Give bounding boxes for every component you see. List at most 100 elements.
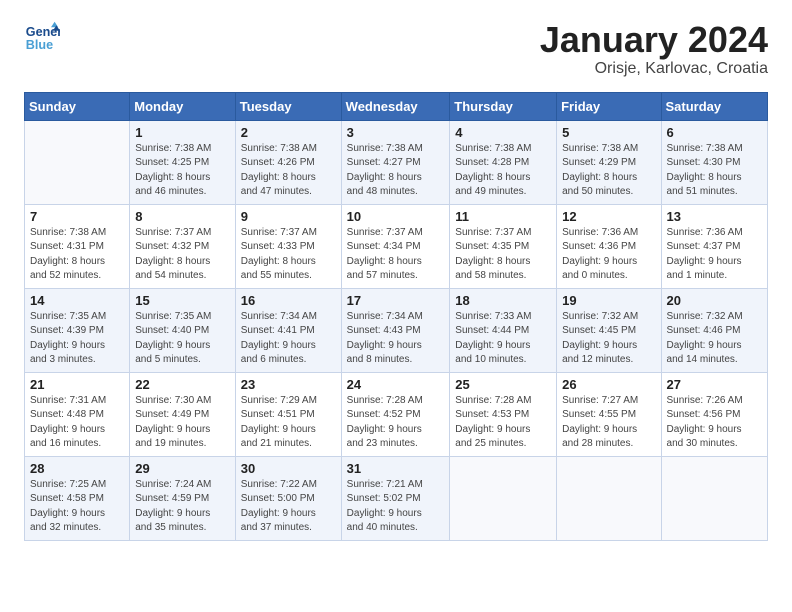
day-info: Sunrise: 7:37 AMSunset: 4:35 PMDaylight:… <box>455 226 551 284</box>
col-sunday: Sunday <box>25 92 130 120</box>
table-row <box>25 120 130 204</box>
day-number: 29 <box>135 461 230 476</box>
table-row: 17 Sunrise: 7:34 AMSunset: 4:43 PMDayligh… <box>341 288 450 372</box>
table-row <box>557 456 661 540</box>
col-wednesday: Wednesday <box>341 92 450 120</box>
day-number: 3 <box>347 125 445 140</box>
table-row: 26 Sunrise: 7:27 AMSunset: 4:55 PMDayligh… <box>557 372 661 456</box>
table-row: 7 Sunrise: 7:38 AMSunset: 4:31 PMDaylight… <box>25 204 130 288</box>
day-info: Sunrise: 7:32 AMSunset: 4:45 PMDaylight:… <box>562 310 655 368</box>
day-number: 24 <box>347 377 445 392</box>
table-row: 12 Sunrise: 7:36 AMSunset: 4:36 PMDayligh… <box>557 204 661 288</box>
col-friday: Friday <box>557 92 661 120</box>
calendar-week-row: 7 Sunrise: 7:38 AMSunset: 4:31 PMDaylight… <box>25 204 768 288</box>
table-row: 20Sunrise: 7:32 AMSunset: 4:46 PMDayligh… <box>661 288 767 372</box>
table-row: 21Sunrise: 7:31 AMSunset: 4:48 PMDayligh… <box>25 372 130 456</box>
day-info: Sunrise: 7:26 AMSunset: 4:56 PMDaylight:… <box>667 394 762 452</box>
day-number: 20 <box>667 293 762 308</box>
day-info: Sunrise: 7:28 AMSunset: 4:52 PMDaylight:… <box>347 394 445 452</box>
table-row: 27 Sunrise: 7:26 AMSunset: 4:56 PMDayligh… <box>661 372 767 456</box>
day-number: 9 <box>241 209 336 224</box>
day-info: Sunrise: 7:27 AMSunset: 4:55 PMDaylight:… <box>562 394 655 452</box>
day-number: 22 <box>135 377 230 392</box>
table-row: 18 Sunrise: 7:33 AMSunset: 4:44 PMDayligh… <box>450 288 557 372</box>
page: General Blue January 2024 Orisje, Karlov… <box>0 0 792 612</box>
table-row: 28 Sunrise: 7:25 AMSunset: 4:58 PMDayligh… <box>25 456 130 540</box>
day-number: 17 <box>347 293 445 308</box>
day-number: 12 <box>562 209 655 224</box>
day-info: Sunrise: 7:37 AMSunset: 4:34 PMDaylight:… <box>347 226 445 284</box>
table-row: 24 Sunrise: 7:28 AMSunset: 4:52 PMDayligh… <box>341 372 450 456</box>
header: General Blue January 2024 Orisje, Karlov… <box>24 20 768 78</box>
calendar-header-row: Sunday Monday Tuesday Wednesday Thursday… <box>25 92 768 120</box>
table-row: 9 Sunrise: 7:37 AMSunset: 4:33 PMDaylight… <box>235 204 341 288</box>
day-info: Sunrise: 7:36 AMSunset: 4:36 PMDaylight:… <box>562 226 655 284</box>
calendar-week-row: 1Sunrise: 7:38 AMSunset: 4:25 PMDaylight… <box>25 120 768 204</box>
day-info: Sunrise: 7:38 AMSunset: 4:26 PMDaylight:… <box>241 142 336 200</box>
day-info: Sunrise: 7:38 AMSunset: 4:29 PMDaylight:… <box>562 142 655 200</box>
table-row <box>450 456 557 540</box>
calendar-week-row: 21Sunrise: 7:31 AMSunset: 4:48 PMDayligh… <box>25 372 768 456</box>
day-info: Sunrise: 7:24 AMSunset: 4:59 PMDaylight:… <box>135 478 230 536</box>
day-info: Sunrise: 7:21 AMSunset: 5:02 PMDaylight:… <box>347 478 445 536</box>
day-info: Sunrise: 7:35 AMSunset: 4:40 PMDaylight:… <box>135 310 230 368</box>
table-row: 16 Sunrise: 7:34 AMSunset: 4:41 PMDayligh… <box>235 288 341 372</box>
day-number: 18 <box>455 293 551 308</box>
day-info: Sunrise: 7:31 AMSunset: 4:48 PMDaylight:… <box>30 394 124 452</box>
calendar-week-row: 14Sunrise: 7:35 AMSunset: 4:39 PMDayligh… <box>25 288 768 372</box>
title-block: January 2024 Orisje, Karlovac, Croatia <box>540 20 768 78</box>
day-info: Sunrise: 7:34 AMSunset: 4:43 PMDaylight:… <box>347 310 445 368</box>
table-row: 2 Sunrise: 7:38 AMSunset: 4:26 PMDaylight… <box>235 120 341 204</box>
table-row: 15Sunrise: 7:35 AMSunset: 4:40 PMDayligh… <box>130 288 236 372</box>
day-number: 8 <box>135 209 230 224</box>
day-number: 10 <box>347 209 445 224</box>
day-info: Sunrise: 7:38 AMSunset: 4:25 PMDaylight:… <box>135 142 230 200</box>
day-info: Sunrise: 7:37 AMSunset: 4:32 PMDaylight:… <box>135 226 230 284</box>
day-info: Sunrise: 7:37 AMSunset: 4:33 PMDaylight:… <box>241 226 336 284</box>
day-info: Sunrise: 7:33 AMSunset: 4:44 PMDaylight:… <box>455 310 551 368</box>
day-number: 2 <box>241 125 336 140</box>
col-thursday: Thursday <box>450 92 557 120</box>
day-info: Sunrise: 7:34 AMSunset: 4:41 PMDaylight:… <box>241 310 336 368</box>
day-info: Sunrise: 7:29 AMSunset: 4:51 PMDaylight:… <box>241 394 336 452</box>
day-info: Sunrise: 7:38 AMSunset: 4:31 PMDaylight:… <box>30 226 124 284</box>
table-row: 4Sunrise: 7:38 AMSunset: 4:28 PMDaylight… <box>450 120 557 204</box>
logo: General Blue <box>24 20 60 56</box>
day-info: Sunrise: 7:28 AMSunset: 4:53 PMDaylight:… <box>455 394 551 452</box>
day-info: Sunrise: 7:38 AMSunset: 4:30 PMDaylight:… <box>667 142 762 200</box>
day-number: 7 <box>30 209 124 224</box>
day-number: 13 <box>667 209 762 224</box>
day-number: 4 <box>455 125 551 140</box>
day-info: Sunrise: 7:25 AMSunset: 4:58 PMDaylight:… <box>30 478 124 536</box>
table-row: 29 Sunrise: 7:24 AMSunset: 4:59 PMDayligh… <box>130 456 236 540</box>
day-number: 19 <box>562 293 655 308</box>
table-row: 6 Sunrise: 7:38 AMSunset: 4:30 PMDaylight… <box>661 120 767 204</box>
table-row: 5Sunrise: 7:38 AMSunset: 4:29 PMDaylight… <box>557 120 661 204</box>
calendar-subtitle: Orisje, Karlovac, Croatia <box>540 60 768 78</box>
calendar-table: Sunday Monday Tuesday Wednesday Thursday… <box>24 92 768 541</box>
table-row: 25 Sunrise: 7:28 AMSunset: 4:53 PMDayligh… <box>450 372 557 456</box>
table-row: 14Sunrise: 7:35 AMSunset: 4:39 PMDayligh… <box>25 288 130 372</box>
day-number: 26 <box>562 377 655 392</box>
day-number: 30 <box>241 461 336 476</box>
day-number: 11 <box>455 209 551 224</box>
table-row <box>661 456 767 540</box>
logo-icon: General Blue <box>24 20 60 56</box>
col-monday: Monday <box>130 92 236 120</box>
table-row: 23 Sunrise: 7:29 AMSunset: 4:51 PMDayligh… <box>235 372 341 456</box>
day-number: 14 <box>30 293 124 308</box>
day-info: Sunrise: 7:38 AMSunset: 4:27 PMDaylight:… <box>347 142 445 200</box>
day-number: 6 <box>667 125 762 140</box>
day-number: 23 <box>241 377 336 392</box>
day-number: 27 <box>667 377 762 392</box>
table-row: 22Sunrise: 7:30 AMSunset: 4:49 PMDayligh… <box>130 372 236 456</box>
table-row: 30Sunrise: 7:22 AMSunset: 5:00 PMDayligh… <box>235 456 341 540</box>
day-number: 16 <box>241 293 336 308</box>
calendar-week-row: 28 Sunrise: 7:25 AMSunset: 4:58 PMDayligh… <box>25 456 768 540</box>
day-number: 25 <box>455 377 551 392</box>
table-row: 1Sunrise: 7:38 AMSunset: 4:25 PMDaylight… <box>130 120 236 204</box>
calendar-title: January 2024 <box>540 20 768 60</box>
day-info: Sunrise: 7:36 AMSunset: 4:37 PMDaylight:… <box>667 226 762 284</box>
day-number: 28 <box>30 461 124 476</box>
table-row: 31Sunrise: 7:21 AMSunset: 5:02 PMDayligh… <box>341 456 450 540</box>
